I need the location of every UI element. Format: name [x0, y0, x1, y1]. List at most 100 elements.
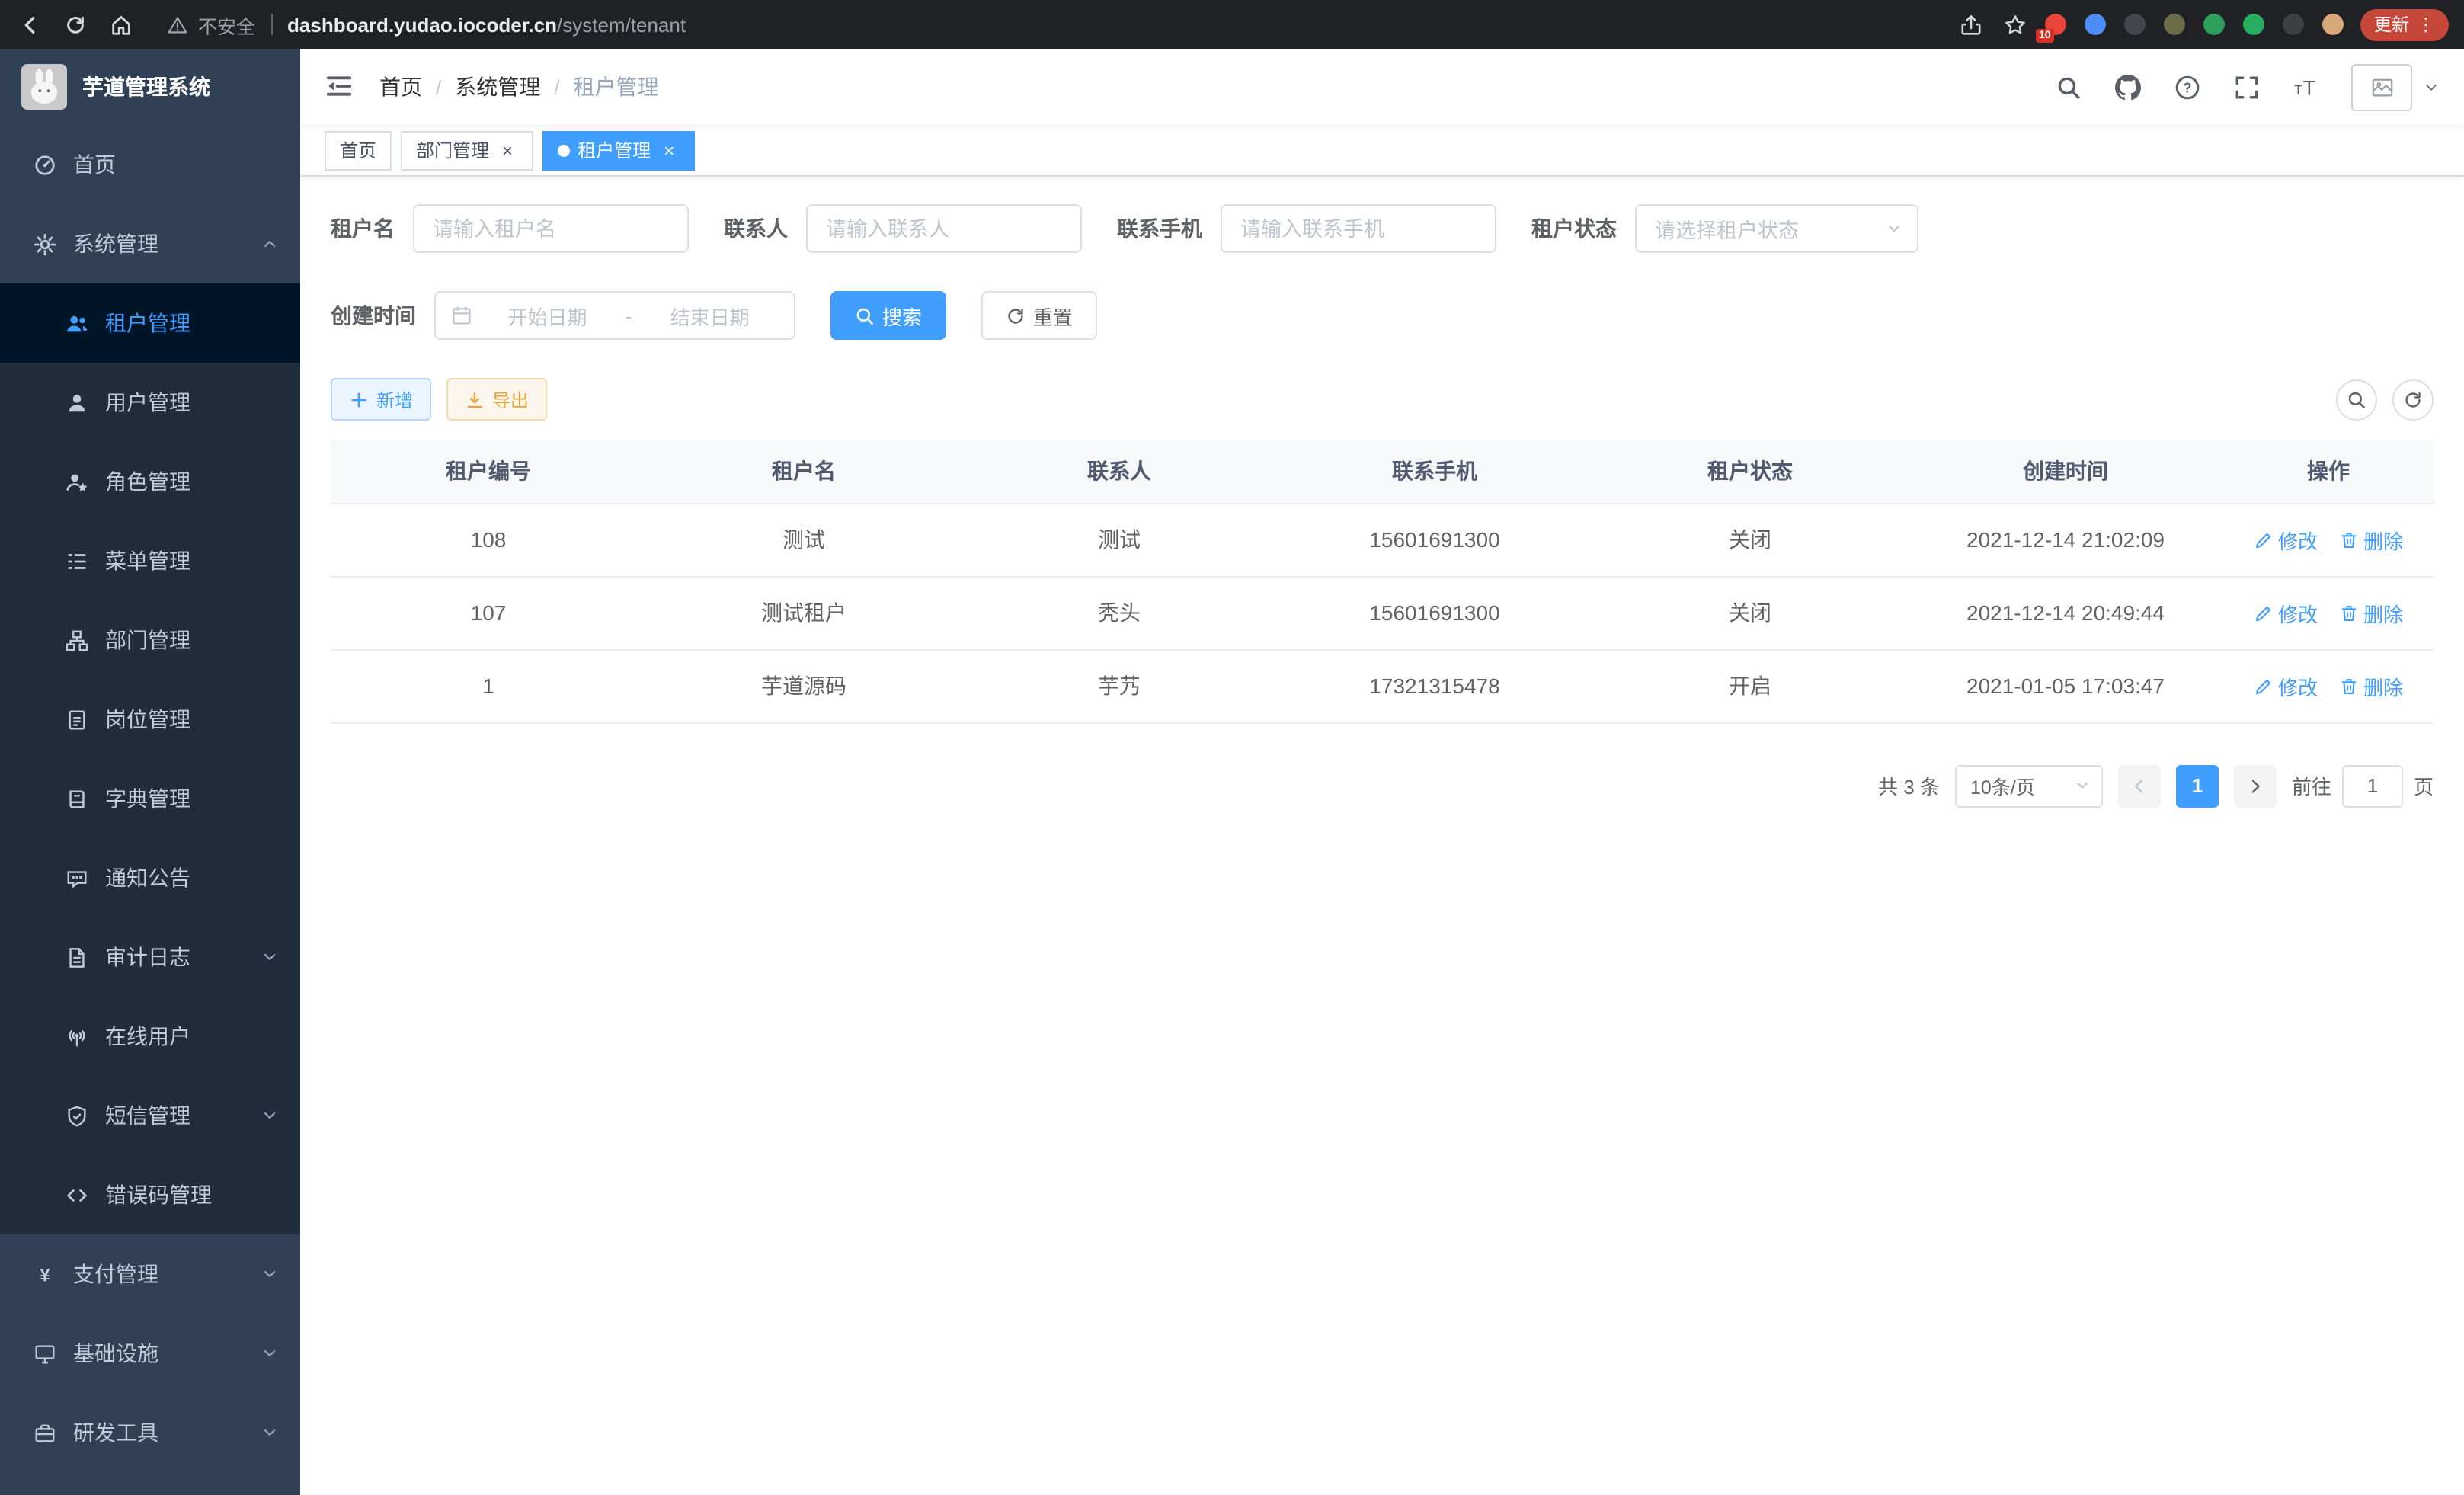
sidebar-item-post[interactable]: 岗位管理: [0, 680, 300, 759]
user-menu[interactable]: [2351, 63, 2440, 110]
close-icon[interactable]: ×: [658, 139, 680, 161]
extension-icon[interactable]: [2085, 14, 2106, 35]
svg-text:¥: ¥: [39, 1264, 50, 1285]
cell-status: 开启: [1592, 649, 1908, 722]
delete-button[interactable]: 删除: [2339, 598, 2403, 627]
sidebar-item-dict[interactable]: 字典管理: [0, 759, 300, 838]
sidebar-item-infra[interactable]: 基础设施: [0, 1314, 300, 1393]
next-page-button[interactable]: [2234, 764, 2277, 807]
sidebar-item-online-user[interactable]: 在线用户: [0, 997, 300, 1076]
github-icon[interactable]: [2114, 73, 2141, 101]
delete-button[interactable]: 删除: [2339, 525, 2403, 554]
breadcrumb-item[interactable]: 系统管理: [455, 72, 540, 102]
cell-phone: 15601691300: [1277, 576, 1592, 649]
active-tag-dot: [558, 144, 570, 156]
edit-button[interactable]: 修改: [2254, 525, 2318, 554]
search-icon[interactable]: [2054, 73, 2082, 101]
sidebar-item-tenant[interactable]: 租户管理: [0, 283, 300, 363]
prev-page-button[interactable]: [2118, 764, 2161, 807]
main-area: 首页/系统管理/租户管理 ? TT 首页部门管理×租户管理× 租户名: [300, 49, 2464, 1495]
sidebar-item-devtool[interactable]: 研发工具: [0, 1393, 300, 1472]
sidebar-item-dept[interactable]: 部门管理: [0, 600, 300, 680]
trash-icon: [2339, 676, 2359, 696]
sidebar-item-notice[interactable]: 通知公告: [0, 838, 300, 917]
sidebar-logo[interactable]: 芋道管理系统: [0, 49, 300, 125]
svg-text:?: ?: [2182, 79, 2190, 94]
browser-update-button[interactable]: 更新 ⋮: [2360, 8, 2449, 40]
share-icon[interactable]: [1957, 11, 1984, 38]
date-range-separator: -: [622, 304, 635, 327]
edit-button[interactable]: 修改: [2254, 598, 2318, 627]
refresh-table-button[interactable]: [2392, 379, 2434, 420]
sidebar-item-error-code[interactable]: 错误码管理: [0, 1155, 300, 1234]
reset-button[interactable]: 重置: [981, 291, 1097, 340]
export-button[interactable]: 导出: [446, 378, 547, 421]
page-number-button[interactable]: 1: [2176, 764, 2219, 807]
page-size-select[interactable]: 10条/页: [1955, 764, 2103, 807]
browser-home-icon[interactable]: [107, 11, 134, 38]
create-time-range-picker[interactable]: 开始日期 - 结束日期: [434, 291, 795, 340]
sidebar-item-pay[interactable]: ¥支付管理: [0, 1234, 300, 1314]
chevron-down-icon: [261, 1423, 279, 1442]
fullscreen-icon[interactable]: [2232, 73, 2260, 101]
extension-icon[interactable]: [2203, 14, 2225, 35]
extension-badge: 10: [2036, 29, 2054, 43]
browser-back-icon[interactable]: [15, 11, 43, 38]
sidebar-item-system[interactable]: 系统管理: [0, 204, 300, 283]
tag-home[interactable]: 首页: [325, 130, 392, 170]
sidebar-item-role[interactable]: 角色管理: [0, 442, 300, 521]
phone-input[interactable]: [1221, 204, 1496, 253]
sidebar-item-sms[interactable]: 短信管理: [0, 1076, 300, 1155]
font-size-icon[interactable]: TT: [2292, 73, 2319, 101]
sidebar-menu: 首页系统管理租户管理用户管理角色管理菜单管理部门管理岗位管理字典管理通知公告审计…: [0, 125, 300, 1472]
sidebar-item-menu[interactable]: 菜单管理: [0, 521, 300, 600]
extension-icon[interactable]: [2124, 14, 2146, 35]
search-button[interactable]: 搜索: [830, 291, 946, 340]
tag-dept[interactable]: 部门管理×: [401, 130, 533, 170]
help-icon[interactable]: ?: [2173, 73, 2200, 101]
cell-status: 关闭: [1592, 576, 1908, 649]
sidebar-collapse-icon[interactable]: [325, 72, 355, 102]
close-icon[interactable]: ×: [497, 139, 518, 161]
cell-name: 芋道源码: [646, 649, 962, 722]
security-label[interactable]: 不安全: [198, 10, 255, 39]
sidebar-item-user[interactable]: 用户管理: [0, 363, 300, 442]
calendar-icon: [451, 305, 472, 326]
toggle-search-button[interactable]: [2336, 379, 2377, 420]
cell-created: 2021-12-14 21:02:09: [1908, 503, 2223, 576]
navbar-actions: ? TT: [2054, 63, 2440, 110]
table-row: 108测试测试15601691300关闭2021-12-14 21:02:09修…: [331, 503, 2434, 576]
sidebar-item-audit-log[interactable]: 审计日志: [0, 917, 300, 997]
goto-page-input[interactable]: [2342, 764, 2403, 807]
tool-icon: [32, 1420, 56, 1445]
search-icon: [855, 306, 875, 325]
sidebar-item-home[interactable]: 首页: [0, 125, 300, 204]
avatar: [2351, 63, 2412, 110]
breadcrumb-item[interactable]: 首页: [379, 72, 422, 102]
edit-button[interactable]: 修改: [2254, 671, 2318, 700]
contact-input[interactable]: [806, 204, 1082, 253]
column-header: 操作: [2223, 440, 2434, 503]
tenant-name-input[interactable]: [413, 204, 689, 253]
address-bar[interactable]: 不安全 dashboard.yudao.iocoder.cn/system/te…: [168, 10, 686, 39]
create-time-label: 创建时间: [331, 300, 434, 331]
sidebar-item-label: 审计日志: [105, 942, 261, 972]
bookmark-star-icon[interactable]: [2001, 11, 2028, 38]
extension-icon[interactable]: [2283, 14, 2304, 35]
logo-image: [21, 64, 67, 110]
add-button[interactable]: 新增: [331, 378, 431, 421]
extension-icon[interactable]: [2243, 14, 2264, 35]
sidebar-item-label: 基础设施: [73, 1338, 261, 1369]
browser-profile-avatar[interactable]: [2322, 14, 2344, 35]
browser-reload-icon[interactable]: [61, 11, 88, 38]
tag-tenant[interactable]: 租户管理 ×: [542, 130, 695, 170]
tenant-status-select[interactable]: 请选择租户状态: [1635, 204, 1918, 253]
delete-button[interactable]: 删除: [2339, 671, 2403, 700]
extension-icon[interactable]: [2164, 14, 2185, 35]
extension-icon[interactable]: 10: [2045, 14, 2066, 35]
pay-icon: ¥: [32, 1262, 56, 1286]
log-icon: [64, 945, 88, 969]
tag-label: 租户管理: [578, 137, 651, 163]
kebab-menu-icon[interactable]: ⋮: [2417, 15, 2435, 34]
tags-view: 首页部门管理× 租户管理 ×: [300, 125, 2464, 177]
